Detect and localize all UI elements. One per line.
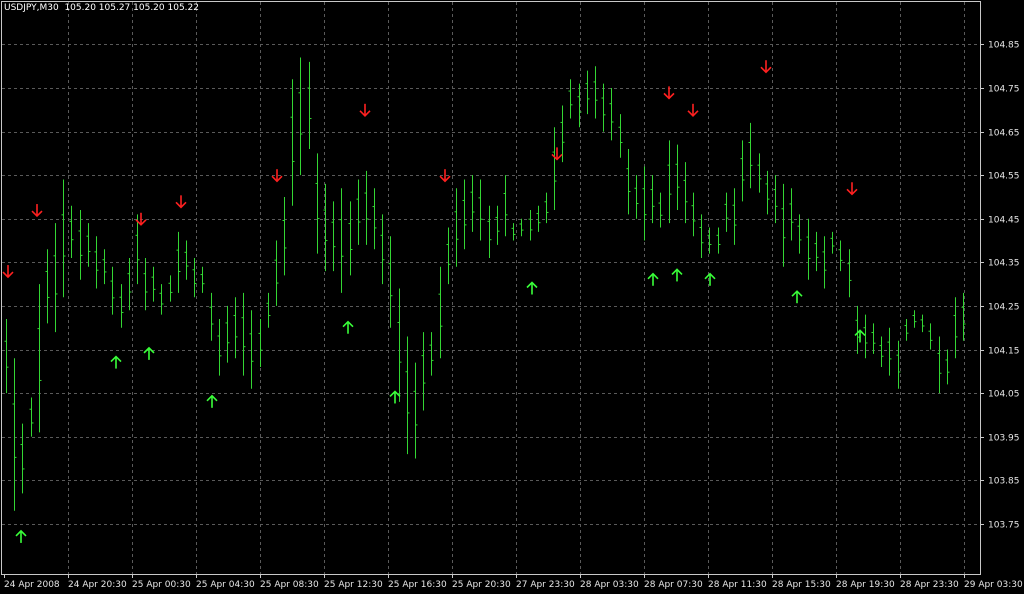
time-tick-label: 29 Apr 03:30 [964, 580, 1023, 590]
time-tick-label: 24 Apr 20:30 [68, 580, 127, 590]
buy-signal-arrow-icon [342, 320, 354, 334]
sell-signal-arrow-icon [359, 103, 371, 117]
price-tick-label: 104.65 [988, 129, 1020, 139]
time-tick-label: 25 Apr 00:30 [132, 580, 191, 590]
price-tick-label: 104.75 [988, 85, 1020, 95]
time-tick-label: 25 Apr 16:30 [388, 580, 447, 590]
grid [2, 2, 980, 574]
time-tick-label: 24 Apr 2008 [4, 580, 60, 590]
chart-frame [1, 1, 981, 575]
time-tick-label: 25 Apr 12:30 [324, 580, 383, 590]
buy-signal-arrow-icon [143, 346, 155, 360]
sell-signal-arrow-icon [551, 147, 563, 161]
quote-label: 105.20 105.27 105.20 105.22 [64, 3, 199, 13]
price-tick-label: 104.05 [988, 390, 1020, 400]
time-tick-label: 27 Apr 23:30 [516, 580, 575, 590]
price-tick-label: 104.85 [988, 41, 1020, 51]
time-tick-label: 25 Apr 04:30 [196, 580, 255, 590]
sell-signal-arrow-icon [687, 103, 699, 117]
buy-signal-arrow-icon [704, 272, 716, 286]
sell-signal-arrow-icon [663, 86, 675, 100]
price-tick-label: 103.95 [988, 434, 1020, 444]
buy-signal-arrow-icon [671, 268, 683, 282]
time-tick-label: 28 Apr 19:30 [836, 580, 895, 590]
time-tick-label: 28 Apr 03:30 [580, 580, 639, 590]
chart-header: USDJPY,M30 105.20 105.27 105.20 105.22 [4, 3, 199, 13]
time-tick-label: 28 Apr 11:30 [708, 580, 767, 590]
time-axis: 24 Apr 2008 24 Apr 20:30 25 Apr 00:30 25 Ap… [4, 574, 1023, 590]
buy-signal-arrow-icon [647, 272, 659, 286]
time-tick-label: 25 Apr 20:30 [452, 580, 511, 590]
time-tick-label: 28 Apr 15:30 [772, 580, 831, 590]
price-tick-label: 104.15 [988, 347, 1020, 357]
buy-signal-arrow-icon [791, 290, 803, 304]
price-tick-label: 104.45 [988, 216, 1020, 226]
sell-signal-arrow-icon [2, 265, 14, 279]
price-bars [4, 57, 966, 511]
sell-signal-arrow-icon [175, 195, 187, 209]
price-tick-label: 104.25 [988, 303, 1020, 313]
buy-signal-arrow-icon [110, 355, 122, 369]
time-tick-label: 28 Apr 23:30 [900, 580, 959, 590]
sell-signal-arrow-icon [31, 204, 43, 218]
symbol-label: USDJPY,M30 [4, 3, 59, 13]
price-tick-label: 103.85 [988, 477, 1020, 487]
sell-signal-arrow-icon [846, 182, 858, 196]
price-chart[interactable]: 104.85 104.75 104.65 104.55 104.45 104.35 104.… [0, 0, 1024, 594]
price-tick-label: 104.35 [988, 259, 1020, 269]
chart-window[interactable]: USDJPY,M30 105.20 105.27 105.20 105.22 1… [0, 0, 1024, 594]
price-tick-label: 103.75 [988, 521, 1020, 531]
buy-signal-arrow-icon [15, 529, 27, 543]
buy-signal-arrow-icon [206, 394, 218, 408]
buy-signal-arrow-icon [854, 329, 866, 343]
time-tick-label: 28 Apr 07:30 [644, 580, 703, 590]
price-tick-label: 104.55 [988, 172, 1020, 182]
time-tick-label: 25 Apr 08:30 [260, 580, 319, 590]
price-axis: 104.85 104.75 104.65 104.55 104.45 104.35 104.… [980, 41, 1020, 531]
sell-signal-arrow-icon [760, 60, 772, 74]
buy-signal-arrow-icon [526, 281, 538, 295]
